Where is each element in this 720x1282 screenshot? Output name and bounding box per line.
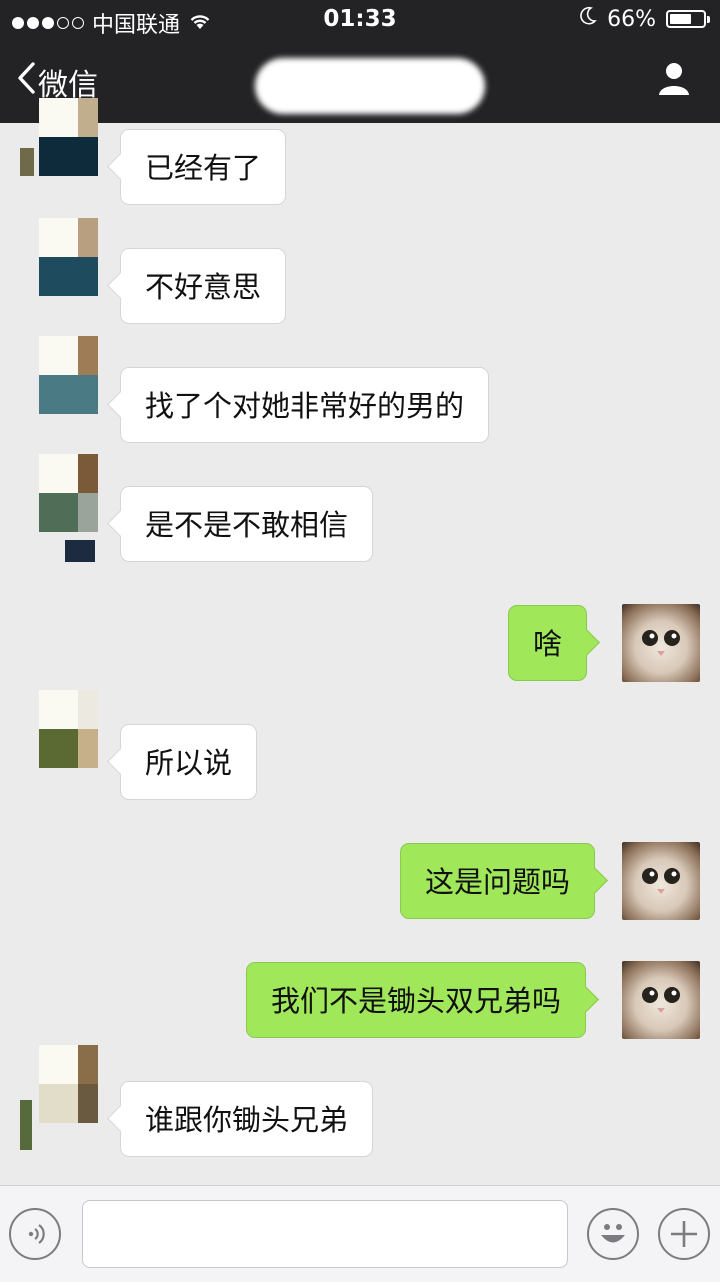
status-right: 66% [579, 6, 710, 32]
contact-avatar[interactable] [20, 690, 98, 768]
message-bubble-incoming[interactable]: 所以说 [120, 724, 258, 800]
person-icon [656, 63, 692, 100]
contact-avatar[interactable] [20, 336, 98, 414]
chevron-left-icon [16, 61, 38, 103]
contact-avatar[interactable] [20, 98, 98, 176]
message-bubble-incoming[interactable]: 找了个对她非常好的男的 [120, 367, 490, 443]
contact-avatar[interactable] [20, 1045, 98, 1157]
contact-avatar[interactable] [20, 454, 98, 562]
message-bubble-incoming[interactable]: 已经有了 [120, 129, 287, 205]
battery-icon [666, 10, 710, 28]
emoji-button[interactable] [587, 1208, 639, 1260]
more-button[interactable] [658, 1208, 710, 1260]
message-input[interactable] [82, 1200, 568, 1268]
input-bar [0, 1185, 720, 1282]
message-bubble-incoming[interactable]: 是不是不敢相信 [120, 486, 374, 562]
nav-bar: 微信 [0, 40, 720, 123]
message-bubble-outgoing[interactable]: 啥 [508, 605, 588, 681]
moon-icon [579, 6, 597, 32]
plus-icon [660, 1210, 708, 1262]
battery-level-fill [670, 14, 692, 24]
message-bubble-incoming[interactable]: 不好意思 [120, 248, 287, 324]
contact-avatar[interactable] [20, 218, 98, 296]
voice-icon [20, 1219, 50, 1253]
emoji-icon [589, 1210, 637, 1262]
status-bar: 中国联通 01:33 66% [0, 0, 720, 40]
profile-button[interactable] [656, 60, 692, 100]
my-avatar[interactable] [622, 961, 700, 1039]
battery-percent: 66% [607, 6, 656, 32]
voice-button[interactable] [9, 1208, 61, 1260]
message-bubble-outgoing[interactable]: 我们不是锄头双兄弟吗 [246, 962, 587, 1038]
message-bubble-incoming[interactable]: 谁跟你锄头兄弟 [120, 1081, 374, 1157]
top-bar: 中国联通 01:33 66% 微信 [0, 0, 720, 123]
my-avatar[interactable] [622, 842, 700, 920]
chat-messages[interactable]: 已经有了 不好意思 找了个对她非常好的男的 是不是不敢相信 啥 所以说 这是问题… [0, 98, 720, 1185]
message-bubble-outgoing[interactable]: 这是问题吗 [400, 843, 596, 919]
my-avatar[interactable] [622, 604, 700, 682]
chat-title [255, 58, 485, 114]
